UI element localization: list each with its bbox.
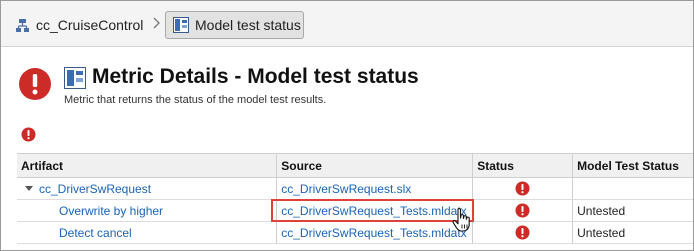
status-cell <box>472 199 574 222</box>
source-link[interactable]: cc_DriverSwRequest_Tests.mldatx <box>276 221 474 244</box>
model-test-status-cell: Untested <box>572 221 693 244</box>
artifact-cell[interactable]: cc_DriverSwRequest <box>17 177 278 200</box>
error-icon <box>515 225 530 240</box>
test-status-icon <box>64 67 86 89</box>
breadcrumb-model-label: cc_CruiseControl <box>36 17 144 33</box>
column-header-model-test-status[interactable]: Model Test Status <box>572 153 693 178</box>
error-icon <box>21 127 36 142</box>
artifact-link[interactable]: Detect cancel <box>17 221 278 244</box>
column-header-status[interactable]: Status <box>472 153 574 178</box>
source-link[interactable]: cc_DriverSwRequest.slx <box>276 177 474 200</box>
model-test-status-cell <box>572 177 693 200</box>
status-cell <box>472 221 574 244</box>
test-status-icon <box>173 17 189 33</box>
status-cell <box>472 177 574 200</box>
error-icon <box>515 203 530 218</box>
table-row: Overwrite by higher cc_DriverSwRequest_T… <box>17 199 693 222</box>
column-header-artifact[interactable]: Artifact <box>17 153 278 178</box>
model-test-status-cell: Untested <box>572 199 693 222</box>
column-header-source[interactable]: Source <box>276 153 474 178</box>
breadcrumb-current-label: Model test status <box>195 17 301 33</box>
page-subtitle: Metric that returns the status of the mo… <box>64 94 327 106</box>
error-icon <box>515 181 530 196</box>
hand-cursor-icon <box>452 207 470 232</box>
breadcrumb: cc_CruiseControl Model test status <box>1 1 693 47</box>
metric-table: Artifact Source Status Model Test Status… <box>17 153 693 244</box>
model-hierarchy-icon <box>16 18 29 32</box>
table-header-row: Artifact Source Status Model Test Status <box>17 153 693 178</box>
table-row: Detect cancel cc_DriverSwRequest_Tests.m… <box>17 221 693 244</box>
chevron-right-icon <box>153 17 160 29</box>
artifact-link[interactable]: cc_DriverSwRequest <box>39 182 151 196</box>
source-link[interactable]: cc_DriverSwRequest_Tests.mldatx <box>276 199 474 222</box>
expand-triangle-icon[interactable] <box>25 186 33 192</box>
artifact-link[interactable]: Overwrite by higher <box>17 199 278 222</box>
breadcrumb-item-model[interactable]: cc_CruiseControl <box>15 14 143 36</box>
error-icon <box>19 68 51 100</box>
breadcrumb-item-current[interactable]: Model test status <box>165 11 304 39</box>
metric-details-window: cc_CruiseControl Model test status Metri… <box>0 0 694 251</box>
page-title: Metric Details - Model test status <box>92 65 419 88</box>
table-row: cc_DriverSwRequest cc_DriverSwRequest.sl… <box>17 177 693 200</box>
